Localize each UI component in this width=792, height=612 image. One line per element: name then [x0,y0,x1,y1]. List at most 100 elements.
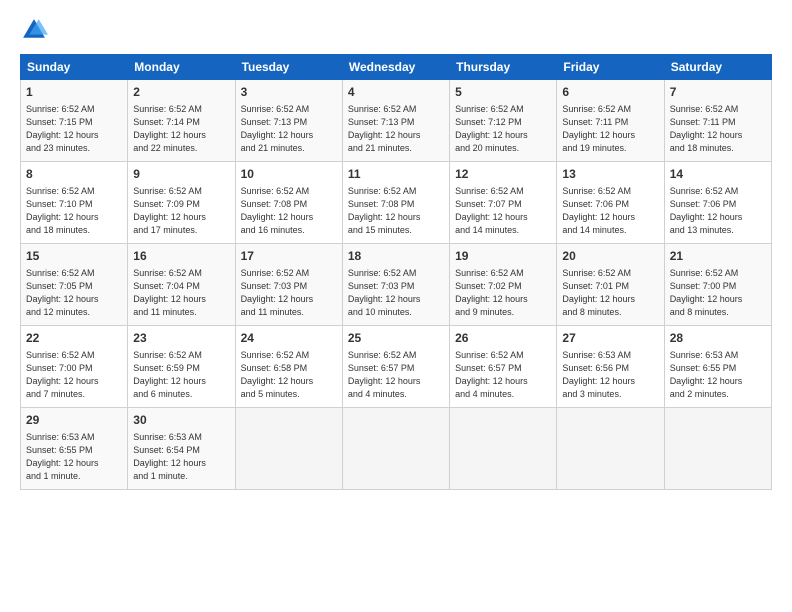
day-number: 28 [670,330,766,347]
day-info: Sunrise: 6:52 AM Sunset: 7:13 PM Dayligh… [241,103,337,155]
day-info: Sunrise: 6:52 AM Sunset: 6:57 PM Dayligh… [455,349,551,401]
calendar-header-sunday: Sunday [21,55,128,80]
day-info: Sunrise: 6:52 AM Sunset: 6:59 PM Dayligh… [133,349,229,401]
day-info: Sunrise: 6:52 AM Sunset: 7:14 PM Dayligh… [133,103,229,155]
calendar-cell: 30 Sunrise: 6:53 AM Sunset: 6:54 PM Dayli… [128,408,235,490]
day-number: 2 [133,84,229,101]
day-info: Sunrise: 6:52 AM Sunset: 7:05 PM Dayligh… [26,267,122,319]
day-number: 30 [133,412,229,429]
calendar-week-row: 15 Sunrise: 6:52 AM Sunset: 7:05 PM Dayli… [21,244,772,326]
calendar-header-friday: Friday [557,55,664,80]
calendar-cell: 13 Sunrise: 6:52 AM Sunset: 7:06 PM Dayli… [557,162,664,244]
calendar-cell: 22Sunrise: 6:52 AM Sunset: 7:00 PM Dayli… [21,326,128,408]
day-number: 18 [348,248,444,265]
calendar-cell: 7 Sunrise: 6:52 AM Sunset: 7:11 PM Daylig… [664,80,771,162]
day-info: Sunrise: 6:52 AM Sunset: 6:58 PM Dayligh… [241,349,337,401]
calendar-cell: 1Sunrise: 6:52 AM Sunset: 7:15 PM Daylig… [21,80,128,162]
day-number: 24 [241,330,337,347]
calendar-cell: 2 Sunrise: 6:52 AM Sunset: 7:14 PM Daylig… [128,80,235,162]
calendar-cell: 10 Sunrise: 6:52 AM Sunset: 7:08 PM Dayli… [235,162,342,244]
day-number: 17 [241,248,337,265]
day-number: 22 [26,330,122,347]
calendar-cell: 17 Sunrise: 6:52 AM Sunset: 7:03 PM Dayli… [235,244,342,326]
day-number: 14 [670,166,766,183]
calendar-cell [557,408,664,490]
day-info: Sunrise: 6:52 AM Sunset: 7:07 PM Dayligh… [455,185,551,237]
day-info: Sunrise: 6:52 AM Sunset: 7:10 PM Dayligh… [26,185,122,237]
calendar-header-tuesday: Tuesday [235,55,342,80]
day-number: 19 [455,248,551,265]
day-number: 1 [26,84,122,101]
calendar-cell [450,408,557,490]
day-number: 9 [133,166,229,183]
day-info: Sunrise: 6:52 AM Sunset: 7:00 PM Dayligh… [670,267,766,319]
calendar-cell: 29 Sunrise: 6:53 AM Sunset: 6:55 PM Dayli… [21,408,128,490]
calendar-cell: 18 Sunrise: 6:52 AM Sunset: 7:03 PM Dayli… [342,244,449,326]
calendar-cell: 26 Sunrise: 6:52 AM Sunset: 6:57 PM Dayli… [450,326,557,408]
day-number: 25 [348,330,444,347]
calendar-cell: 9 Sunrise: 6:52 AM Sunset: 7:09 PM Daylig… [128,162,235,244]
day-number: 4 [348,84,444,101]
calendar-cell: 16 Sunrise: 6:52 AM Sunset: 7:04 PM Dayli… [128,244,235,326]
calendar-table: SundayMondayTuesdayWednesdayThursdayFrid… [20,54,772,490]
calendar-week-row: 29 Sunrise: 6:53 AM Sunset: 6:55 PM Dayli… [21,408,772,490]
logo-icon [20,16,48,44]
calendar-cell: 24 Sunrise: 6:52 AM Sunset: 6:58 PM Dayli… [235,326,342,408]
day-info: Sunrise: 6:53 AM Sunset: 6:55 PM Dayligh… [670,349,766,401]
logo [20,16,52,44]
calendar-cell: 28 Sunrise: 6:53 AM Sunset: 6:55 PM Dayli… [664,326,771,408]
calendar-cell: 4 Sunrise: 6:52 AM Sunset: 7:13 PM Daylig… [342,80,449,162]
day-info: Sunrise: 6:53 AM Sunset: 6:54 PM Dayligh… [133,431,229,483]
day-info: Sunrise: 6:52 AM Sunset: 7:02 PM Dayligh… [455,267,551,319]
day-number: 26 [455,330,551,347]
calendar-cell: 15 Sunrise: 6:52 AM Sunset: 7:05 PM Dayli… [21,244,128,326]
day-info: Sunrise: 6:52 AM Sunset: 7:04 PM Dayligh… [133,267,229,319]
calendar-header-thursday: Thursday [450,55,557,80]
day-info: Sunrise: 6:52 AM Sunset: 7:09 PM Dayligh… [133,185,229,237]
day-info: Sunrise: 6:53 AM Sunset: 6:55 PM Dayligh… [26,431,122,483]
day-number: 7 [670,84,766,101]
day-info: Sunrise: 6:52 AM Sunset: 7:08 PM Dayligh… [241,185,337,237]
day-info: Sunrise: 6:52 AM Sunset: 7:06 PM Dayligh… [562,185,658,237]
day-number: 13 [562,166,658,183]
day-info: Sunrise: 6:52 AM Sunset: 7:03 PM Dayligh… [241,267,337,319]
day-info: Sunrise: 6:52 AM Sunset: 7:11 PM Dayligh… [670,103,766,155]
day-info: Sunrise: 6:52 AM Sunset: 7:06 PM Dayligh… [670,185,766,237]
day-number: 29 [26,412,122,429]
day-number: 6 [562,84,658,101]
calendar-cell: 21Sunrise: 6:52 AM Sunset: 7:00 PM Dayli… [664,244,771,326]
day-number: 12 [455,166,551,183]
calendar-cell: 25Sunrise: 6:52 AM Sunset: 6:57 PM Dayli… [342,326,449,408]
day-info: Sunrise: 6:52 AM Sunset: 7:13 PM Dayligh… [348,103,444,155]
day-number: 15 [26,248,122,265]
day-number: 11 [348,166,444,183]
calendar-header-row: SundayMondayTuesdayWednesdayThursdayFrid… [21,55,772,80]
calendar-cell [664,408,771,490]
calendar-cell: 20 Sunrise: 6:52 AM Sunset: 7:01 PM Dayli… [557,244,664,326]
day-info: Sunrise: 6:52 AM Sunset: 7:12 PM Dayligh… [455,103,551,155]
day-number: 5 [455,84,551,101]
day-info: Sunrise: 6:52 AM Sunset: 7:01 PM Dayligh… [562,267,658,319]
calendar-header-monday: Monday [128,55,235,80]
day-number: 8 [26,166,122,183]
day-number: 23 [133,330,229,347]
calendar-cell [342,408,449,490]
page: SundayMondayTuesdayWednesdayThursdayFrid… [0,0,792,612]
calendar-cell: 14 Sunrise: 6:52 AM Sunset: 7:06 PM Dayli… [664,162,771,244]
calendar-cell: 23 Sunrise: 6:52 AM Sunset: 6:59 PM Dayli… [128,326,235,408]
calendar-header-wednesday: Wednesday [342,55,449,80]
calendar-cell: 27Sunrise: 6:53 AM Sunset: 6:56 PM Dayli… [557,326,664,408]
day-number: 10 [241,166,337,183]
calendar-week-row: 1Sunrise: 6:52 AM Sunset: 7:15 PM Daylig… [21,80,772,162]
day-number: 16 [133,248,229,265]
calendar-week-row: 22Sunrise: 6:52 AM Sunset: 7:00 PM Dayli… [21,326,772,408]
calendar-cell: 3Sunrise: 6:52 AM Sunset: 7:13 PM Daylig… [235,80,342,162]
calendar-week-row: 8 Sunrise: 6:52 AM Sunset: 7:10 PM Daylig… [21,162,772,244]
calendar-cell [235,408,342,490]
calendar-cell: 5 Sunrise: 6:52 AM Sunset: 7:12 PM Daylig… [450,80,557,162]
day-number: 20 [562,248,658,265]
calendar-cell: 6Sunrise: 6:52 AM Sunset: 7:11 PM Daylig… [557,80,664,162]
day-info: Sunrise: 6:52 AM Sunset: 7:03 PM Dayligh… [348,267,444,319]
calendar-cell: 11Sunrise: 6:52 AM Sunset: 7:08 PM Dayli… [342,162,449,244]
header [20,16,772,44]
